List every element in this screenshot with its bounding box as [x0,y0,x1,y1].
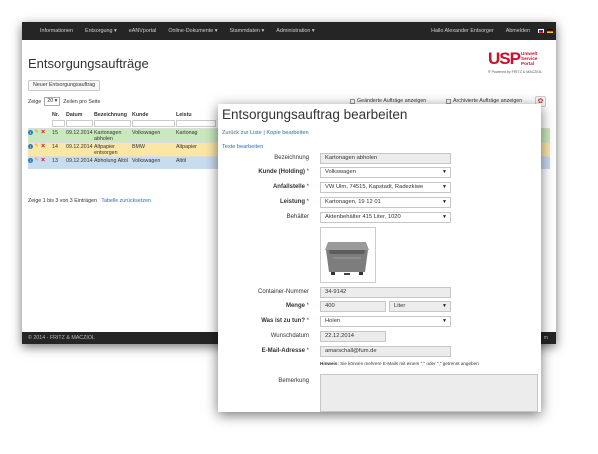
field-email: E-Mail-Adresse * amarschall@fum.de [218,346,541,358]
edit-icon[interactable]: ✎ [34,144,39,149]
column-kunde[interactable]: Kunde [132,112,176,118]
info-icon[interactable]: i [28,158,33,163]
chevron-down-icon: ▼ [442,318,447,324]
anfallstelle-select[interactable]: VW Ulm, 74515, Kapstadt, Radezkiwe ▼ [320,182,451,193]
logout-link[interactable]: Abmelden [506,28,530,34]
nav-online-dokumente[interactable]: Online-Dokumente ▾ [168,28,217,34]
bemerkung-textarea[interactable] [320,374,538,412]
delete-icon[interactable]: × [40,157,46,164]
edit-title: Entsorgungsauftrag bearbeiten [222,107,408,122]
reset-table-link[interactable]: Tabelle zurücksetzen [101,198,150,204]
action-select[interactable]: Holen ▼ [320,316,451,327]
field-was-ist-zu-tun: Was ist zu tun? * Holen ▼ [218,316,541,328]
english-flag-icon[interactable] [538,29,544,33]
edit-icon[interactable]: ✎ [34,158,39,163]
edit-order-window: Entsorgungsauftrag bearbeiten Zurück zur… [218,104,541,412]
table-info: Zeige 1 bis 3 von 3 Einträgen Tabelle zu… [28,198,151,204]
nav-administration[interactable]: Administration ▾ [276,28,314,34]
kunde-select[interactable]: Volkswagen ▼ [320,167,451,178]
chevron-down-icon: ▼ [442,199,447,205]
nav-stammdaten[interactable]: Stammdaten ▾ [229,28,264,34]
wunschdatum-input[interactable]: 22.12.2014 [320,331,386,342]
field-anfallstelle: Anfallstelle * VW Ulm, 74515, Kapstadt, … [218,182,541,194]
info-icon[interactable]: i [28,144,33,149]
filter-input[interactable] [52,120,65,127]
field-menge: Menge * 400 Liter ▼ [218,301,541,313]
chevron-down-icon: ▼ [442,169,447,175]
page-size-control: Zeige 20 ▾ Zeilen pro Seite [28,97,100,106]
menge-input[interactable]: 400 [320,301,386,312]
info-icon[interactable]: i [28,130,33,135]
filter-input[interactable] [132,120,175,127]
logo-powered-by: ® Powered by FRITZ & MACZIOL [488,70,543,74]
field-leistung: Leistung * Kartonagen, 19 12 01 ▼ [218,197,541,209]
edit-texts-link[interactable]: Texte bearbeiten [222,144,263,150]
delete-icon[interactable]: × [40,129,46,136]
filter-input[interactable] [176,120,216,127]
field-bezeichnung: Bezeichnung Kartonagen abholen [218,153,541,165]
field-container-nummer: Container-Nummer 34-9142 [218,287,541,299]
edit-copy-link[interactable]: Kopie bearbeiten [266,130,308,136]
container-number-input[interactable]: 34-9142 [320,287,451,298]
leistung-select[interactable]: Kartonagen, 19 12 01 ▼ [320,197,451,208]
nav-entsorgung[interactable]: Entsorgung ▾ [85,28,117,34]
email-input[interactable]: amarschall@fum.de [320,346,451,357]
field-behaelter: Behälter Aktenbehälter 415 Liter, 1020 ▼ [218,212,541,224]
usp-logo: USP Umwelt Service Portal ® Powered by F… [488,49,550,77]
page-size-select[interactable]: 20 ▾ [44,97,61,106]
copyright: © 2014 - FRITZ & MACZIOL [28,335,95,341]
top-navigation: Informationen Entsorgung ▾ eANVportal On… [22,22,556,40]
new-order-button[interactable]: Neuer Entsorgungsauftrag [28,80,101,91]
chevron-down-icon: ▼ [442,303,447,309]
chevron-down-icon: ▼ [442,214,447,220]
chevron-down-icon: ▼ [442,184,447,190]
user-greeting[interactable]: Hallo Alexander Entsorger [431,28,494,34]
column-leistung[interactable]: Leistu [176,112,216,118]
footer-right-text: m [543,335,548,341]
field-kunde: Kunde (Holding) * Volkswagen ▼ [218,167,541,179]
german-flag-icon[interactable] [547,29,553,33]
unit-select[interactable]: Liter ▼ [389,301,451,312]
filter-input[interactable] [66,120,93,127]
logo-brand: USP [488,49,521,68]
nav-informationen[interactable]: Informationen [40,28,73,34]
field-wunschdatum: Wunschdatum 22.12.2014 [218,331,541,343]
page-size-suffix: Zeilen pro Seite [63,98,101,105]
column-bezeichnung[interactable]: Bezeichnung [94,112,132,118]
behaelter-select[interactable]: Aktenbehälter 415 Liter, 1020 ▼ [320,212,451,223]
email-hint: Hinweis: Sie können mehrere E-Mails mit … [320,361,479,366]
nav-eanvportal[interactable]: eANVportal [129,28,157,34]
bezeichnung-input[interactable]: Kartonagen abholen [320,153,451,164]
checkbox-icon[interactable] [446,98,451,104]
column-datum[interactable]: Datum [66,112,94,118]
edit-links: Zurück zur Liste | Kopie bearbeiten [222,130,309,136]
logo-tagline: Umwelt Service Portal [521,51,538,66]
filter-input[interactable] [94,120,131,127]
edit-icon[interactable]: ✎ [34,130,39,135]
delete-icon[interactable]: × [40,143,46,150]
checkbox-icon[interactable] [350,98,355,104]
back-to-list-link[interactable]: Zurück zur Liste [222,130,262,136]
page-size-prefix: Zeige [28,98,42,105]
container-image [320,227,376,283]
page-title: Entsorgungsaufträge [28,56,149,71]
column-nr[interactable]: Nr. [52,112,66,118]
